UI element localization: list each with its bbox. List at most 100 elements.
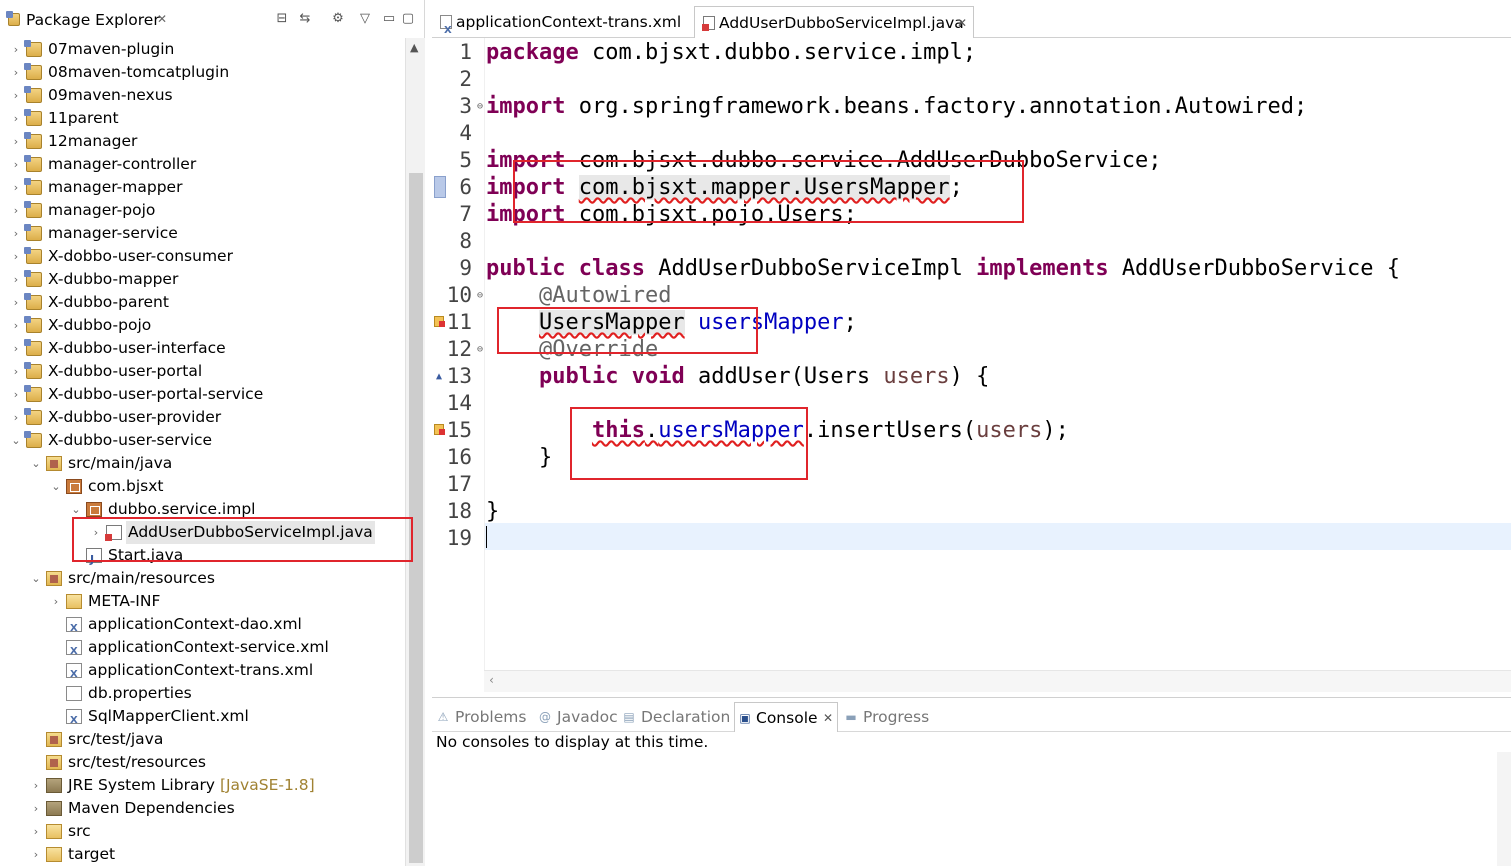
package-explorer-title[interactable]: Package Explorer: [26, 11, 160, 29]
tree-item[interactable]: › target: [0, 843, 405, 866]
quick-fix-error-icon[interactable]: [434, 424, 445, 435]
view-menu-chevron-down-icon[interactable]: ▽: [357, 11, 373, 27]
fold-icon[interactable]: ⊖: [477, 282, 483, 309]
chevron-right-icon[interactable]: ›: [10, 61, 22, 84]
code-line[interactable]: public void addUser(Users users) {: [486, 363, 989, 390]
tree-item[interactable]: › manager-pojo: [0, 199, 405, 222]
tree-item[interactable]: src/test/resources: [0, 751, 405, 774]
tab-adduserdubboserviceimpl-java[interactable]: AddUserDubboServiceImpl.java ✕: [694, 6, 974, 38]
tree-item[interactable]: › manager-controller: [0, 153, 405, 176]
tree-item[interactable]: › X-dubbo-parent: [0, 291, 405, 314]
code-line[interactable]: this.usersMapper.insertUsers(users);: [486, 417, 1069, 444]
tree-item[interactable]: ⌄ X-dubbo-user-service: [0, 429, 405, 452]
code-line[interactable]: }: [486, 498, 499, 525]
code-editor[interactable]: 1 package com.bjsxt.dubbo.service.impl; 2 3…: [432, 38, 1511, 692]
tree-item[interactable]: › 11parent: [0, 107, 405, 130]
error-marker-icon[interactable]: [434, 176, 446, 198]
override-indicator-icon[interactable]: ▲: [436, 363, 442, 390]
tree-item[interactable]: ⌄ dubbo.service.impl: [0, 498, 405, 521]
code-line[interactable]: import com.bjsxt.dubbo.service.AddUserDu…: [486, 147, 1162, 174]
tab-declaration[interactable]: ▤ Declaration: [622, 702, 732, 732]
code-line[interactable]: UsersMapper usersMapper;: [486, 309, 857, 336]
chevron-down-icon[interactable]: ⌄: [50, 475, 62, 498]
chevron-right-icon[interactable]: ›: [10, 268, 22, 291]
tree-item[interactable]: › X-dobbo-user-consumer: [0, 245, 405, 268]
collapse-all-icon[interactable]: ⊟: [274, 11, 290, 27]
code-line[interactable]: import com.bjsxt.mapper.UsersMapper;: [486, 174, 963, 201]
tree-item[interactable]: › 07maven-plugin: [0, 38, 405, 61]
tree-item[interactable]: ⌄ src/main/resources: [0, 567, 405, 590]
tree-item[interactable]: › X-dubbo-user-interface: [0, 337, 405, 360]
chevron-right-icon[interactable]: ›: [10, 199, 22, 222]
code-line[interactable]: public class AddUserDubboServiceImpl imp…: [486, 255, 1400, 282]
chevron-right-icon[interactable]: ›: [30, 774, 42, 797]
scroll-up-icon[interactable]: ▲: [410, 41, 418, 54]
tree-item[interactable]: › Maven Dependencies: [0, 797, 405, 820]
code-line[interactable]: @Autowired: [486, 282, 671, 309]
tree-item[interactable]: ⌄ src/main/java: [0, 452, 405, 475]
scrollbar-thumb[interactable]: [409, 173, 423, 863]
tree-item[interactable]: › manager-mapper: [0, 176, 405, 199]
tree-item[interactable]: › src: [0, 820, 405, 843]
chevron-right-icon[interactable]: ›: [10, 130, 22, 153]
close-icon[interactable]: ✕: [157, 12, 167, 26]
console-scrollbar[interactable]: [1497, 752, 1511, 866]
tab-javadoc[interactable]: @ Javadoc: [538, 702, 622, 732]
fold-icon[interactable]: ⊖: [477, 336, 483, 363]
tree-item[interactable]: SqlMapperClient.xml: [0, 705, 405, 732]
code-line[interactable]: import org.springframework.beans.factory…: [486, 93, 1307, 120]
chevron-right-icon[interactable]: ›: [90, 521, 102, 544]
chevron-right-icon[interactable]: ›: [10, 38, 22, 61]
code-line[interactable]: import com.bjsxt.pojo.Users;: [486, 201, 857, 228]
chevron-right-icon[interactable]: ›: [10, 245, 22, 268]
chevron-right-icon[interactable]: ›: [10, 383, 22, 406]
tab-progress[interactable]: ▬ Progress: [844, 702, 934, 732]
tree-item[interactable]: › X-dubbo-pojo: [0, 314, 405, 337]
chevron-right-icon[interactable]: ›: [30, 797, 42, 820]
horizontal-scrollbar[interactable]: ‹: [484, 670, 1511, 692]
link-with-editor-icon[interactable]: ⇆: [297, 11, 313, 27]
chevron-down-icon[interactable]: ⌄: [30, 567, 42, 590]
focus-icon[interactable]: ⚙: [330, 11, 346, 27]
tree-item[interactable]: Start.java: [0, 544, 405, 571]
tree-item[interactable]: db.properties: [0, 682, 405, 705]
explorer-scrollbar[interactable]: ▲: [405, 38, 425, 866]
tree-item[interactable]: › X-dubbo-user-portal: [0, 360, 405, 383]
chevron-right-icon[interactable]: ›: [10, 107, 22, 130]
code-line[interactable]: package com.bjsxt.dubbo.service.impl;: [486, 39, 976, 66]
tree-item[interactable]: › X-dubbo-user-portal-service: [0, 383, 405, 406]
tree-item[interactable]: ⌄ com.bjsxt: [0, 475, 405, 498]
chevron-right-icon[interactable]: ›: [10, 222, 22, 245]
chevron-right-icon[interactable]: ›: [30, 843, 42, 866]
chevron-right-icon[interactable]: ›: [10, 291, 22, 314]
chevron-right-icon[interactable]: ›: [50, 590, 62, 613]
code-line[interactable]: @Override: [486, 336, 658, 363]
tree-item[interactable]: › X-dubbo-user-provider: [0, 406, 405, 429]
chevron-right-icon[interactable]: ›: [10, 406, 22, 429]
tree-item[interactable]: › X-dubbo-mapper: [0, 268, 405, 291]
tab-problems[interactable]: ⚠ Problems: [436, 702, 532, 732]
maximize-icon[interactable]: ▢: [400, 11, 416, 27]
tree-item[interactable]: applicationContext-dao.xml: [0, 613, 405, 640]
chevron-down-icon[interactable]: ⌄: [10, 429, 22, 452]
tab-console[interactable]: ▣ Console ✕: [734, 702, 838, 732]
chevron-right-icon[interactable]: ›: [10, 176, 22, 199]
code-line[interactable]: }: [486, 444, 552, 471]
minimize-icon[interactable]: ▭: [381, 11, 397, 27]
chevron-right-icon[interactable]: ›: [30, 820, 42, 843]
tree-item[interactable]: › 12manager: [0, 130, 405, 153]
tree-item[interactable]: › AddUserDubboServiceImpl.java: [0, 521, 405, 544]
chevron-right-icon[interactable]: ›: [10, 360, 22, 383]
chevron-right-icon[interactable]: ›: [10, 153, 22, 176]
close-icon[interactable]: ✕: [823, 703, 833, 733]
chevron-right-icon[interactable]: ›: [10, 314, 22, 337]
tree-item[interactable]: › JRE System Library [JavaSE-1.8]: [0, 774, 405, 797]
close-icon[interactable]: ✕: [957, 7, 967, 39]
chevron-down-icon[interactable]: ⌄: [70, 498, 82, 521]
chevron-right-icon[interactable]: ›: [10, 84, 22, 107]
scroll-left-icon[interactable]: ‹: [488, 673, 495, 687]
tree-item[interactable]: applicationContext-service.xml: [0, 636, 405, 663]
tab-applicationcontext-trans-xml[interactable]: applicationContext-trans.xml: [432, 6, 694, 47]
fold-icon[interactable]: ⊖: [477, 93, 483, 120]
tree-item[interactable]: applicationContext-trans.xml: [0, 659, 405, 686]
